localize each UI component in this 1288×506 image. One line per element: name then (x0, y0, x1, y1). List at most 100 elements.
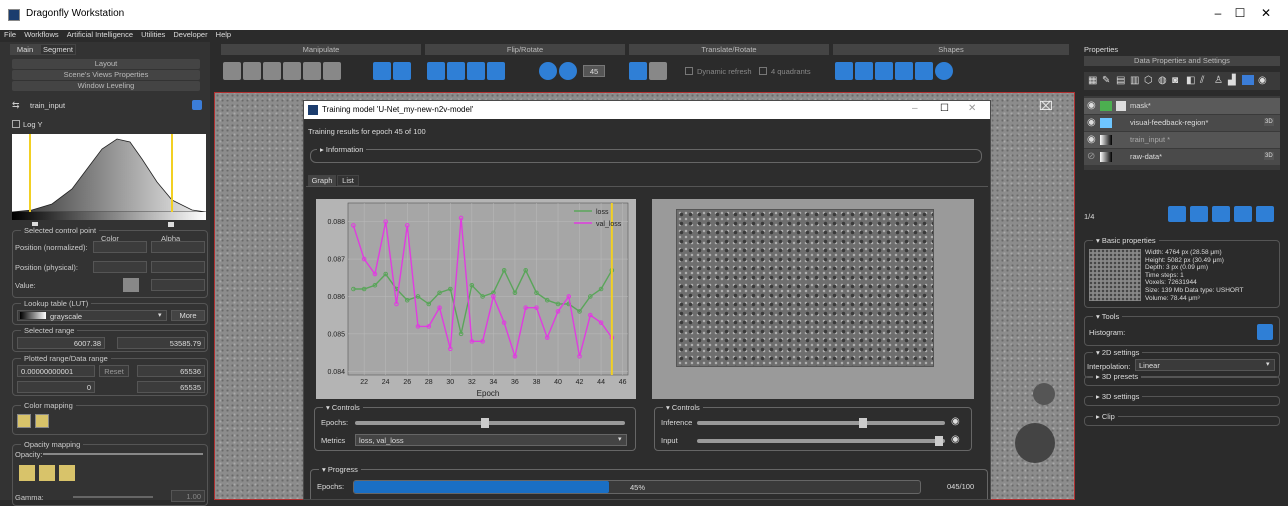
quadrants-checkbox[interactable] (759, 67, 767, 75)
chart-icon[interactable]: ▟ (1228, 75, 1236, 86)
lut-more-button[interactable]: More (171, 310, 205, 321)
box-shape-icon[interactable] (835, 62, 853, 80)
copy-layer-button[interactable] (1190, 206, 1208, 222)
clip-group[interactable]: ▸ Clip (1084, 412, 1280, 426)
pos-norm-alpha-field[interactable] (151, 241, 205, 253)
toolbar-group-shapes[interactable]: Shapes (833, 44, 1069, 55)
interpolation-select[interactable]: Linear ▾ (1135, 359, 1275, 371)
delete-layer-button[interactable] (1256, 206, 1274, 222)
plotted-max-field[interactable]: 65536 (137, 365, 205, 377)
gamma-field[interactable]: 1.00 (171, 490, 205, 502)
tab-segment[interactable]: Segment (40, 44, 76, 55)
logy-checkbox[interactable] (12, 120, 20, 128)
range-max-field[interactable]: 53585.79 (117, 337, 205, 349)
layer-row[interactable]: ◉ mask* (1084, 98, 1280, 114)
cylinder2-shape-icon[interactable] (875, 62, 893, 80)
gamma-slider[interactable] (73, 496, 153, 498)
zoom-tool-icon[interactable] (283, 62, 301, 80)
toolbar-group-flip[interactable]: Flip/Rotate (425, 44, 625, 55)
eye-icon[interactable]: ◉ (1087, 100, 1096, 111)
pos-phys-alpha-field[interactable] (151, 261, 205, 273)
crosshair-tool-icon[interactable] (223, 62, 241, 80)
flip-horizontal-icon[interactable] (427, 62, 445, 80)
sphere-icon[interactable]: ◍ (1158, 75, 1167, 86)
reset-view-icon[interactable] (393, 62, 411, 80)
rotate-ccw-icon[interactable] (539, 62, 557, 80)
rotate-left-icon[interactable] (467, 62, 485, 80)
dataset-options-button[interactable] (192, 100, 202, 110)
tab-list[interactable]: List (337, 175, 359, 186)
add-layer-button[interactable] (1168, 206, 1186, 222)
roi-tool-icon[interactable] (263, 62, 281, 80)
pos-phys-color-field[interactable] (93, 261, 147, 273)
histogram-plot[interactable] (12, 134, 206, 212)
flip-vertical-icon[interactable] (447, 62, 465, 80)
eye-icon[interactable]: ◉ (1258, 75, 1267, 86)
angle-field[interactable]: 45 (583, 65, 605, 77)
opacity-icon-2[interactable] (39, 465, 55, 481)
dialog-minimize-button[interactable]: – (912, 103, 918, 114)
camera-icon[interactable]: ◙ (1172, 75, 1178, 86)
brush-icon[interactable]: ⫽ (1200, 75, 1204, 86)
sphere-shape-icon[interactable] (935, 62, 953, 80)
lut-select[interactable]: grayscale ▾ (17, 310, 167, 321)
edit-icon[interactable]: ✎ (1102, 75, 1110, 86)
import-layer-button[interactable] (1234, 206, 1252, 222)
epochs-slider[interactable] (355, 421, 625, 425)
layer-3d-badge[interactable]: 3D (1264, 118, 1274, 126)
section-layout[interactable]: Layout (12, 59, 200, 69)
colormap-icon-1[interactable] (17, 414, 31, 428)
undo-icon[interactable] (649, 62, 667, 80)
plotted-min-field[interactable]: 0.00000000001 (17, 365, 95, 377)
opacity-slider[interactable] (43, 453, 203, 455)
menu-ai[interactable]: Artificial Intelligence (67, 30, 133, 39)
menu-utilities[interactable]: Utilities (141, 30, 165, 39)
data-min-field[interactable]: 0 (17, 381, 95, 393)
minimize-button[interactable]: – (1208, 6, 1228, 22)
section-window-leveling[interactable]: Window Leveling (12, 81, 200, 91)
user-icon[interactable]: ♙ (1214, 75, 1223, 86)
target-tool-icon[interactable] (323, 62, 341, 80)
plane-shape-icon[interactable] (895, 62, 913, 80)
information-group[interactable]: ▸ Information (310, 145, 982, 163)
value-color-swatch[interactable] (123, 278, 139, 292)
eye-icon[interactable]: ◉ (951, 434, 960, 445)
shield-icon[interactable]: ⬡ (1144, 75, 1153, 86)
pan-tool-icon[interactable] (243, 62, 261, 80)
dialog-close-button[interactable]: ✕ (968, 103, 976, 114)
menu-file[interactable]: File (4, 30, 16, 39)
data-max-field[interactable]: 65535 (137, 381, 205, 393)
menu-developer[interactable]: Developer (173, 30, 207, 39)
rotate-cw-icon[interactable] (559, 62, 577, 80)
menu-workflows[interactable]: Workflows (24, 30, 58, 39)
eye-icon[interactable]: ◉ (951, 416, 960, 427)
pos-norm-color-field[interactable] (93, 241, 147, 253)
layer-row[interactable]: ◉ visual-feedback-region* 3D (1084, 115, 1280, 131)
histogram-button[interactable] (1257, 324, 1273, 340)
cube-icon[interactable]: ◧ (1186, 75, 1195, 86)
menu-help[interactable]: Help (216, 30, 231, 39)
range-min-field[interactable]: 6007.38 (17, 337, 105, 349)
settings-3d-group[interactable]: ▸ 3D settings (1084, 392, 1280, 406)
opacity-icon-1[interactable] (19, 465, 35, 481)
tab-main[interactable]: Main (10, 44, 40, 55)
input-slider[interactable] (697, 439, 945, 443)
camera-icon[interactable]: ⌧ (1039, 99, 1053, 113)
rotate-right-icon[interactable] (487, 62, 505, 80)
grid-icon[interactable]: ▦ (1088, 75, 1097, 86)
measure-tool-icon[interactable] (303, 62, 321, 80)
maximize-button[interactable]: ☐ (1230, 6, 1250, 22)
toolbar-group-manipulate[interactable]: Manipulate (221, 44, 421, 55)
layer-row[interactable]: ⊘ raw-data* 3D (1084, 149, 1280, 165)
inference-slider[interactable] (697, 421, 945, 425)
input-slider-handle[interactable] (935, 436, 943, 446)
section-data-properties[interactable]: Data Properties and Settings (1084, 56, 1280, 66)
reset-button[interactable]: Reset (99, 365, 129, 377)
control-point-max[interactable] (168, 222, 174, 227)
metrics-select[interactable]: loss, val_loss ▾ (355, 434, 627, 446)
reslice-icon[interactable] (629, 62, 647, 80)
tab-graph[interactable]: Graph (308, 175, 336, 186)
dialog-maximize-button[interactable]: ☐ (940, 103, 949, 114)
layer-3d-badge[interactable]: 3D (1264, 152, 1274, 160)
section-scene-views[interactable]: Scene's Views Properties (12, 70, 200, 80)
